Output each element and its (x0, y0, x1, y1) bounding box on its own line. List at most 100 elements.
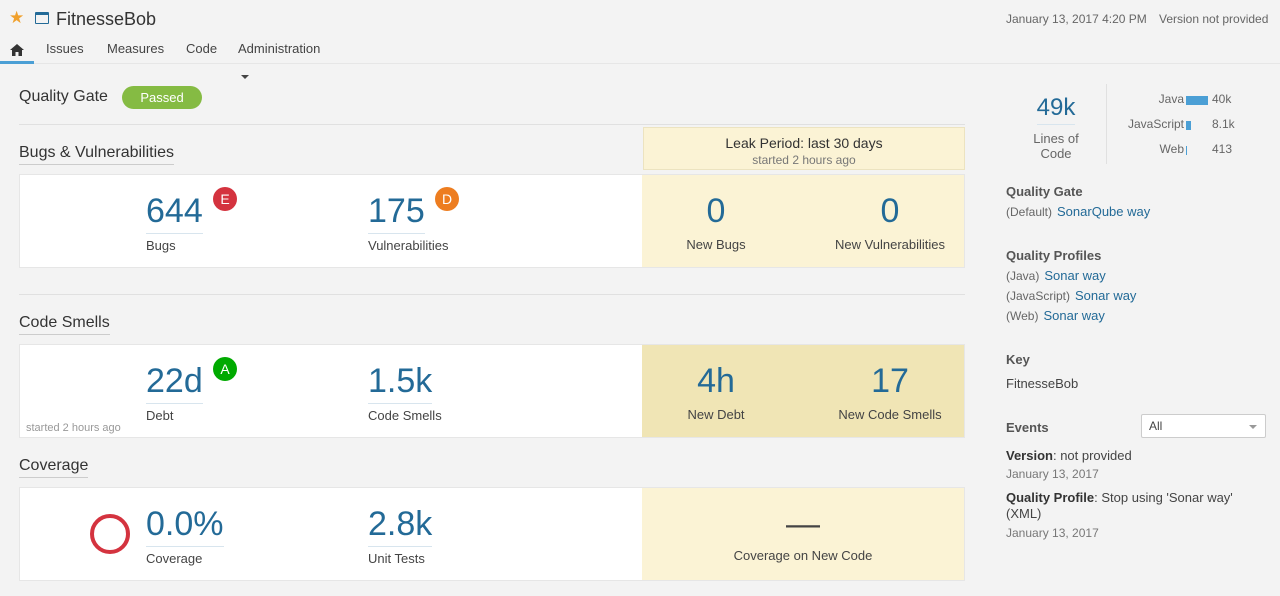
language-value: 413 (1212, 142, 1233, 156)
debt-label: Debt (146, 408, 174, 423)
new-coverage-value: — (786, 505, 820, 543)
new-coverage-metric[interactable]: — Coverage on New Code (642, 504, 964, 563)
event-label: Version (1006, 448, 1053, 463)
new-vulnerabilities-label: New Vulnerabilities (834, 237, 946, 252)
new-bugs-metric[interactable]: 0 New Bugs (636, 191, 796, 252)
lines-of-code-value[interactable]: 49k (1036, 94, 1076, 125)
language-row: Web 413 (1108, 142, 1268, 158)
project-version: Version not provided (1159, 12, 1269, 26)
coverage-donut-icon (90, 514, 130, 554)
unit-tests-label: Unit Tests (368, 551, 425, 566)
quality-gate-link[interactable]: SonarQube way (1057, 204, 1150, 219)
quality-gate-title: Quality Gate (19, 88, 108, 105)
language-row: Java 40k (1108, 92, 1268, 108)
code-smells-value[interactable]: 1.5k (368, 361, 433, 404)
new-debt-metric[interactable]: 4h New Debt (636, 361, 796, 422)
quality-profile-link[interactable]: Sonar way (1043, 308, 1104, 323)
bugs-label: Bugs (146, 238, 176, 253)
quality-profiles-heading: Quality Profiles (1006, 248, 1102, 263)
nav-issues[interactable]: Issues (46, 35, 84, 64)
coverage-metric[interactable]: 0.0% Coverage (146, 504, 224, 566)
smells-started-note: started 2 hours ago (26, 422, 121, 434)
top-bar: ★ FitnesseBob January 13, 2017 4:20 PM V… (0, 0, 1280, 79)
language-name: Web (1159, 142, 1184, 156)
language-row: JavaScript 8.1k (1108, 117, 1268, 133)
leak-period-title: Leak Period: last 30 days (725, 135, 883, 151)
debt-metric[interactable]: 22d Debt (146, 361, 203, 423)
quality-profile-language: (JavaScript) (1006, 289, 1071, 303)
code-smells-label: Code Smells (368, 408, 442, 423)
quality-profile-link[interactable]: Sonar way (1044, 268, 1105, 283)
vulnerabilities-label: Vulnerabilities (368, 238, 449, 253)
new-code-smells-value[interactable]: 17 (871, 361, 909, 403)
bugs-value[interactable]: 644 (146, 191, 203, 234)
vulnerabilities-value[interactable]: 175 (368, 191, 425, 234)
debt-value[interactable]: 22d (146, 361, 203, 404)
event-label: Quality Profile (1006, 490, 1095, 505)
leak-period-header: Leak Period: last 30 days started 2 hour… (643, 127, 965, 170)
vulnerabilities-rating-badge[interactable]: D (435, 187, 459, 211)
language-value: 8.1k (1212, 117, 1235, 131)
coverage-card: 0.0% Coverage 2.8k Unit Tests — Coverage… (19, 487, 965, 581)
analysis-date: January 13, 2017 4:20 PM (1006, 12, 1147, 26)
nav-administration[interactable]: Administration (238, 35, 321, 79)
quality-profile-item: (Web) Sonar way (1006, 308, 1105, 323)
event-text: : not provided (1052, 448, 1132, 463)
maintainability-rating-badge[interactable]: A (213, 357, 237, 381)
unit-tests-value[interactable]: 2.8k (368, 504, 433, 547)
coverage-section-title[interactable]: Coverage (19, 457, 89, 478)
quality-gate-status-badge: Passed (122, 86, 202, 109)
coverage-value[interactable]: 0.0% (146, 504, 224, 547)
language-share-bar (1186, 96, 1208, 105)
coverage-leak-panel: — Coverage on New Code (642, 488, 964, 580)
event-item: Quality Profile: Stop using 'Sonar way' … (1006, 490, 1256, 522)
smells-leak-panel: 4h New Debt 17 New Code Smells (642, 345, 964, 437)
lines-of-code-label: Lines of Code (1033, 131, 1079, 161)
bugs-metric[interactable]: 644 Bugs (146, 191, 203, 253)
unit-tests-metric[interactable]: 2.8k Unit Tests (368, 504, 433, 566)
bugs-section-title[interactable]: Bugs & Vulnerabilities (19, 144, 175, 165)
language-value: 40k (1212, 92, 1232, 106)
project-icon (35, 12, 49, 24)
nav-home[interactable] (0, 35, 34, 64)
coverage-label: Coverage (146, 551, 203, 566)
favorite-star-icon[interactable]: ★ (9, 8, 24, 28)
code-smells-metric[interactable]: 1.5k Code Smells (368, 361, 442, 423)
quality-gate-default-label: (Default) (1006, 205, 1053, 219)
events-heading: Events (1006, 420, 1049, 435)
chevron-down-icon (1249, 425, 1257, 429)
language-name: Java (1158, 92, 1184, 106)
new-vulnerabilities-value[interactable]: 0 (881, 191, 900, 233)
bugs-leak-panel: 0 New Bugs 0 New Vulnerabilities (642, 175, 964, 267)
leak-period-started: started 2 hours ago (752, 153, 856, 167)
new-bugs-value[interactable]: 0 (707, 191, 726, 233)
smells-section-title[interactable]: Code Smells (19, 314, 110, 335)
lines-of-code-metric[interactable]: 49k Lines of Code (1016, 94, 1096, 161)
language-name: JavaScript (1127, 117, 1184, 131)
quality-profile-link[interactable]: Sonar way (1075, 288, 1136, 303)
event-item: Version: not provided (1006, 448, 1256, 464)
new-debt-value[interactable]: 4h (697, 361, 735, 403)
quality-profile-item: (JavaScript) Sonar way (1006, 288, 1136, 303)
new-debt-label: New Debt (687, 407, 745, 422)
quality-profile-item: (Java) Sonar way (1006, 268, 1106, 283)
key-heading: Key (1006, 352, 1030, 367)
nav-code[interactable]: Code (186, 35, 217, 64)
bugs-card: 644 Bugs E 175 Vulnerabilities D 0 New B… (19, 174, 965, 268)
new-code-smells-metric[interactable]: 17 New Code Smells (810, 361, 970, 422)
events-filter-select[interactable]: All (1141, 414, 1266, 438)
quality-profile-language: (Web) (1006, 309, 1039, 323)
bugs-rating-badge[interactable]: E (213, 187, 237, 211)
divider (1106, 84, 1107, 164)
project-name[interactable]: FitnesseBob (56, 9, 156, 30)
quality-profile-language: (Java) (1006, 269, 1040, 283)
sidebar-quality-gate: (Default) SonarQube way (1006, 204, 1150, 219)
events-filter-value: All (1149, 419, 1163, 433)
new-bugs-label: New Bugs (686, 237, 746, 252)
nav-administration-label: Administration (238, 41, 321, 56)
new-vulnerabilities-metric[interactable]: 0 New Vulnerabilities (810, 191, 970, 252)
event-date: January 13, 2017 (1006, 526, 1099, 540)
nav-measures[interactable]: Measures (107, 35, 164, 64)
new-coverage-label: Coverage on New Code (733, 548, 873, 563)
language-share-bar (1186, 146, 1187, 155)
